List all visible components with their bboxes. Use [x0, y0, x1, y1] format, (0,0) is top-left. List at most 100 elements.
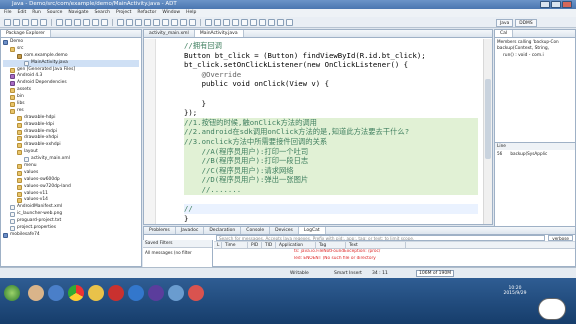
tab-call-hierarchy[interactable]: Cal [495, 30, 514, 37]
taskbar-avatar-icon[interactable] [28, 285, 44, 301]
toolbar-icon[interactable] [153, 18, 160, 26]
clock[interactable]: 10:20 2015/9/29 [500, 286, 530, 296]
toolbar-icon[interactable] [232, 18, 239, 26]
tree-item[interactable]: MainActivity.java [3, 59, 139, 67]
logcat-column-header[interactable]: Text [346, 242, 406, 248]
minimize-button[interactable] [540, 1, 550, 8]
tree-item[interactable]: values-sw600dp [3, 177, 139, 184]
toolbar-icon[interactable] [92, 18, 99, 26]
toolbar-icon[interactable] [135, 18, 142, 26]
tab-problems[interactable]: Problems [144, 227, 176, 234]
menu-item-edit[interactable]: Edit [18, 9, 27, 17]
taskbar-eclipse-icon[interactable] [148, 285, 164, 301]
tree-item[interactable]: activity_main.xml [3, 156, 139, 163]
taskbar-chrome-icon[interactable] [68, 285, 84, 301]
tree-item[interactable]: com.example.demo [3, 53, 139, 60]
toolbar-icon[interactable] [65, 18, 72, 26]
taskbar-app-icon[interactable] [108, 285, 124, 301]
tab-declaration[interactable]: Declaration [204, 227, 242, 234]
log-level-select[interactable]: verbose [548, 235, 573, 241]
toolbar-icon[interactable] [144, 18, 151, 26]
menu-item-refactor[interactable]: Refactor [137, 9, 156, 17]
toolbar-icon[interactable] [83, 18, 90, 26]
toolbar-icon[interactable] [22, 18, 29, 26]
toolbar-icon[interactable] [117, 18, 124, 26]
close-button[interactable] [562, 1, 572, 8]
editor-tab[interactable]: MainActivity.java [194, 30, 244, 37]
tree-item[interactable]: proguard-project.txt [3, 218, 139, 225]
tree-item[interactable]: values-sw720dp-land [3, 184, 139, 191]
toolbar-icon[interactable] [74, 18, 81, 26]
toolbar-icon[interactable] [223, 18, 230, 26]
start-button[interactable] [4, 285, 20, 301]
toolbar-icon[interactable] [171, 18, 178, 26]
tab-package-explorer[interactable]: Package Explorer [1, 30, 51, 37]
toolbar-icon[interactable] [205, 18, 212, 26]
toolbar-icon[interactable] [277, 18, 284, 26]
tree-item[interactable]: values [3, 170, 139, 177]
toolbar-icon[interactable] [40, 18, 47, 26]
editor-scrollbar[interactable] [483, 39, 492, 224]
toolbar-icon[interactable] [250, 18, 257, 26]
toolbar-icon[interactable] [126, 18, 133, 26]
toolbar-icon[interactable] [189, 18, 196, 26]
code-area[interactable]: //拥有回调 Button bt_click = (Button) findVie… [184, 41, 478, 223]
menu-item-run[interactable]: Run [32, 9, 41, 17]
taskbar-app4-icon[interactable] [188, 285, 204, 301]
taskbar-app3-icon[interactable] [168, 285, 184, 301]
logcat-column-header[interactable]: Time [222, 242, 248, 248]
toolbar-icon[interactable] [268, 18, 275, 26]
menu-item-window[interactable]: Window [162, 9, 180, 17]
tab-devices[interactable]: Devices [270, 227, 299, 234]
toolbar-icon[interactable] [101, 18, 108, 26]
perspective-java[interactable]: Java [496, 18, 514, 27]
tree-item[interactable]: drawable-ldpi [3, 122, 139, 129]
tree-item[interactable]: project.properties [3, 225, 139, 232]
tree-item[interactable]: bin [3, 94, 139, 101]
tab-javadoc[interactable]: Javadoc [176, 227, 205, 234]
logcat-column-header[interactable]: PID [248, 242, 262, 248]
menu-item-search[interactable]: Search [95, 9, 110, 17]
logcat-search-input[interactable]: Search for messages. Accepts Java regexe… [216, 235, 546, 241]
editor-tab[interactable]: activity_main.xml [144, 30, 195, 37]
tab-logcat[interactable]: LogCat [298, 227, 326, 234]
tree-item[interactable]: drawable-hdpi [3, 115, 139, 122]
toolbar-icon[interactable] [259, 18, 266, 26]
toolbar-icon[interactable] [180, 18, 187, 26]
perspective-ddms[interactable]: DDMS [515, 18, 537, 27]
toolbar-icon[interactable] [31, 18, 38, 26]
menu-item-help[interactable]: Help [186, 9, 196, 17]
heap-status[interactable]: 106M of 190M [416, 270, 455, 277]
call-location-row[interactable]: 56 backup(SysApplic [495, 150, 575, 157]
tree-item[interactable]: Demo [3, 39, 139, 46]
logcat-column-header[interactable]: L [214, 242, 222, 248]
tree-item[interactable]: mobilesafe74 [3, 232, 139, 239]
menu-item-source[interactable]: Source [47, 9, 62, 17]
tree-item[interactable]: src [3, 46, 139, 53]
toolbar-icon[interactable] [286, 18, 293, 26]
code-editor[interactable]: activity_main.xml MainActivity.java //拥有回… [143, 29, 493, 225]
tree-item[interactable]: layout [3, 149, 139, 156]
tree-item[interactable]: res [3, 108, 139, 115]
toolbar-icon[interactable] [241, 18, 248, 26]
scrollbar-thumb[interactable] [485, 79, 491, 159]
taskbar-ie-icon[interactable] [48, 285, 64, 301]
tab-console[interactable]: Console [241, 227, 271, 234]
taskbar-folder-icon[interactable] [88, 285, 104, 301]
toolbar-icon[interactable] [56, 18, 63, 26]
menu-item-navigate[interactable]: Navigate [68, 9, 88, 17]
call-hierarchy-item[interactable]: run() : void - com.i [497, 53, 573, 60]
logcat-column-header[interactable]: TID [262, 242, 276, 248]
menu-item-project[interactable]: Project [116, 9, 131, 17]
tree-item[interactable]: libs [3, 101, 139, 108]
logcat-column-header[interactable]: Tag [316, 242, 346, 248]
taskbar-app2-icon[interactable] [128, 285, 144, 301]
filter-all-messages[interactable]: All messages (no filter [143, 248, 212, 257]
call-hierarchy-item[interactable]: backup(Context, String, [497, 46, 573, 53]
logcat-column-header[interactable]: Application [276, 242, 316, 248]
tree-item[interactable]: menu [3, 163, 139, 170]
toolbar-icon[interactable] [4, 18, 11, 26]
maximize-button[interactable] [551, 1, 561, 8]
toolbar-icon[interactable] [162, 18, 169, 26]
toolbar-icon[interactable] [214, 18, 221, 26]
